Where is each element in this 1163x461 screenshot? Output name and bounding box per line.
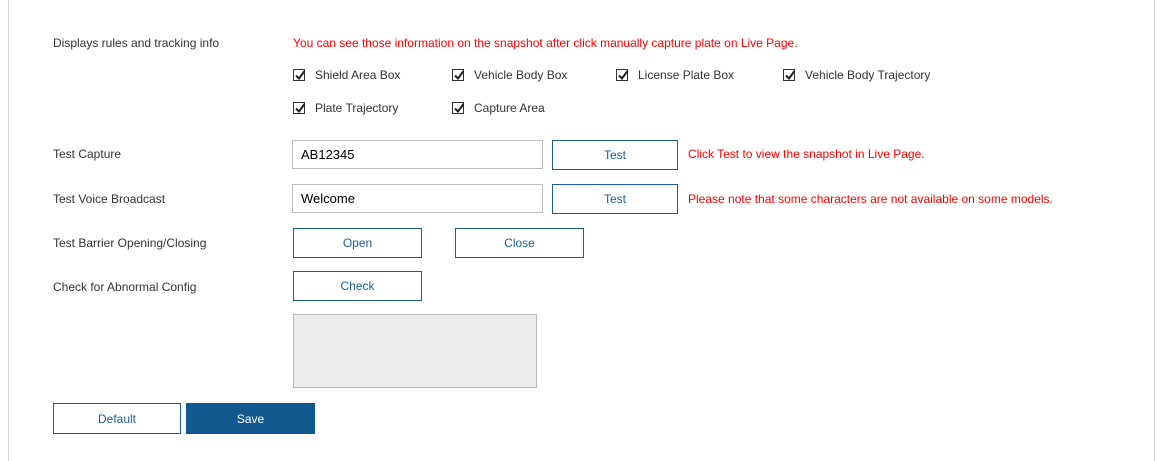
checkbox-license-plate-box[interactable]: License Plate Box [616, 68, 734, 82]
checkbox-label: Vehicle Body Trajectory [805, 68, 931, 82]
voice-broadcast-input[interactable] [292, 184, 543, 213]
default-button[interactable]: Default [53, 403, 181, 434]
checkbox-plate-trajectory[interactable]: Plate Trajectory [293, 101, 398, 115]
checkbox-label: License Plate Box [638, 68, 735, 82]
barrier-open-button[interactable]: Open [293, 228, 422, 258]
rules-note: You can see those information on the sna… [293, 36, 798, 50]
test-capture-note: Click Test to view the snapshot in Live … [688, 147, 925, 161]
checkbox-vehicle-body-trajectory[interactable]: Vehicle Body Trajectory [783, 68, 930, 82]
checkbox-checked-icon [616, 69, 629, 81]
rules-label: Displays rules and tracking info [53, 36, 220, 50]
voice-broadcast-note: Please note that some characters are not… [688, 192, 1053, 206]
checkbox-vehicle-body-box[interactable]: Vehicle Body Box [452, 68, 567, 82]
voice-broadcast-test-button[interactable]: Test [552, 184, 678, 214]
checkbox-label: Shield Area Box [315, 68, 401, 82]
checkbox-checked-icon [293, 69, 306, 81]
barrier-label: Test Barrier Opening/Closing [53, 236, 207, 250]
checkbox-checked-icon [293, 102, 306, 114]
checkbox-capture-area[interactable]: Capture Area [452, 101, 545, 115]
checkbox-label: Vehicle Body Box [474, 68, 568, 82]
checkbox-checked-icon [452, 102, 465, 114]
abnormal-config-label: Check for Abnormal Config [53, 280, 197, 294]
test-capture-button[interactable]: Test [552, 140, 678, 170]
check-result-box [293, 314, 537, 388]
checkbox-checked-icon [452, 69, 465, 81]
test-capture-input[interactable] [292, 140, 543, 169]
abnormal-config-check-button[interactable]: Check [293, 271, 422, 301]
checkbox-shield-area-box[interactable]: Shield Area Box [293, 68, 400, 82]
save-button[interactable]: Save [186, 403, 315, 434]
barrier-close-button[interactable]: Close [455, 228, 584, 258]
test-capture-label: Test Capture [53, 147, 122, 161]
checkbox-label: Plate Trajectory [315, 101, 399, 115]
voice-broadcast-label: Test Voice Broadcast [53, 192, 166, 206]
checkbox-label: Capture Area [474, 101, 545, 115]
checkbox-checked-icon [783, 69, 796, 81]
